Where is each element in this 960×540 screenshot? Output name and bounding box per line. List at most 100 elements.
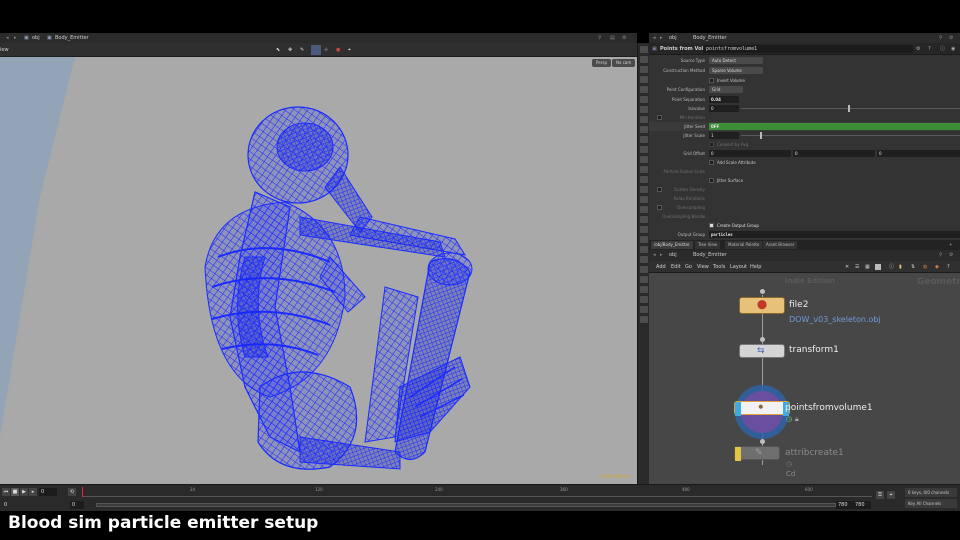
input-port[interactable] [760,337,765,342]
palette-icon[interactable]: ▮ [899,261,902,273]
tab-material-palette[interactable]: Material Palette [725,241,763,249]
playhead[interactable] [82,487,83,497]
jitter-scale-slider[interactable] [741,135,960,136]
stop-button[interactable]: ■ [11,488,19,496]
node-file2[interactable]: ⬤ [739,297,785,314]
range-end-field-2[interactable]: 780 [853,501,871,509]
side-tool-icon[interactable] [639,66,648,73]
brush-tool-icon[interactable]: ✎ [300,43,304,57]
point-separation-field[interactable]: 0.04 [709,96,739,103]
side-tool-icon[interactable] [639,56,648,63]
side-tool-icon[interactable] [639,176,648,183]
tab-asset-browser[interactable]: Asset Browser [763,241,798,249]
param-path-node[interactable]: Body_Emitter [693,33,727,43]
grid-offset-z[interactable]: 0 [877,150,960,157]
jump-start-button[interactable]: ⏮ [2,488,10,496]
side-tool-icon[interactable] [639,206,648,213]
network-path-node[interactable]: Body_Emitter [693,250,727,261]
jitter-scale-field[interactable]: 1 [709,132,739,139]
snap-icon[interactable]: ⌖ [348,43,351,57]
view-icon[interactable]: ◉ [951,43,955,55]
input-port[interactable] [760,289,765,294]
menu-layout[interactable]: Layout [730,261,747,273]
side-tool-icon[interactable] [639,46,648,53]
shape-icon[interactable]: ◆ [935,261,939,273]
connect-by-avg-checkbox[interactable] [709,142,714,147]
record-icon[interactable]: ● [336,43,340,57]
list-icon[interactable]: ☰ [855,261,859,273]
frame-range-bar[interactable] [96,503,836,507]
side-tool-icon[interactable] [639,196,648,203]
range-end-field[interactable]: 780 [836,501,854,509]
handle-tool-icon[interactable]: ⊹ [324,43,328,57]
grid-offset-y[interactable]: 0 [793,150,875,157]
side-tool-icon[interactable] [639,116,648,123]
node-info-icon[interactable]: ◷ [786,460,792,468]
side-tool-icon[interactable] [639,96,648,103]
input-port[interactable] [760,439,765,444]
isovalue-field[interactable]: 0 [709,105,739,112]
side-tool-icon[interactable] [639,276,648,283]
end-frame-field[interactable]: 0 [70,501,84,509]
forward-icon[interactable]: ▸ [660,250,663,261]
node-attribcreate1[interactable]: ✎ [734,446,780,461]
node-pointsfromvolume1[interactable]: ⚫ [734,401,790,416]
back-icon[interactable]: ◂ [6,33,9,43]
side-tool-icon[interactable] [639,286,648,293]
tab-tree-view[interactable]: Tree View [695,241,721,249]
network-path-obj[interactable]: obj [669,250,677,261]
select-tool-icon[interactable]: ⬉ [276,43,280,57]
isovalue-slider-handle[interactable] [848,105,850,112]
node-lock-icon[interactable]: 🔒︎ [795,415,799,424]
gear-icon[interactable]: ⚙ [916,43,920,55]
menu-view[interactable]: View [697,261,709,273]
camera-menu[interactable]: No cam [612,59,636,67]
persp-menu[interactable]: Persp [592,59,611,67]
construction-method-dropdown[interactable]: Sparse Volume [709,67,763,74]
swatch-icon[interactable] [875,264,881,270]
color-icon[interactable]: ◍ [923,261,927,273]
side-tool-icon[interactable] [639,106,648,113]
side-tool-icon[interactable] [639,236,648,243]
side-tool-icon[interactable] [639,86,648,93]
network-editor[interactable]: Indie Edition Geometry ⬤ file2 DOW_v03_s… [649,273,960,484]
side-tool-icon[interactable] [639,126,648,133]
viewport-path-obj[interactable]: obj [32,33,40,43]
invert-volume-checkbox[interactable] [709,78,714,83]
node-transform1[interactable]: ⇆ [739,344,785,358]
jitter-seed-bar[interactable] [709,123,960,130]
menu-tools[interactable]: Tools [713,261,725,273]
loop-button[interactable]: ⟲ [68,488,76,496]
side-tool-icon[interactable] [639,156,648,163]
side-tool-icon[interactable] [639,186,648,193]
gear-icon[interactable]: ⚙ [622,33,626,43]
gear-icon[interactable]: ⚙ [949,250,953,261]
scope-icon[interactable]: ⌖ [887,491,895,499]
timeline-ruler[interactable]: 24 120 240 360 480 600 [82,487,872,497]
info-icon[interactable]: ⓘ [889,261,894,273]
key-all-channels-button[interactable]: Key All Channels [905,499,957,508]
point-configuration-dropdown[interactable]: Grid [709,86,743,93]
tab-network[interactable]: /obj/Body_Emitter [651,241,693,249]
source-type-dropdown[interactable]: Auto Detect [709,57,763,64]
node-bypass-flag[interactable] [735,402,741,416]
side-tool-icon[interactable] [639,316,648,323]
add-scale-attribute-checkbox[interactable] [709,160,714,165]
pin-icon[interactable]: ⚲ [939,33,943,43]
node-bypass-flag[interactable] [735,447,741,461]
jitter-surface-checkbox[interactable] [709,178,714,183]
side-tool-icon[interactable] [639,306,648,313]
view-tool-icon[interactable] [311,45,321,55]
back-icon[interactable]: ◂ [653,250,656,261]
menu-add[interactable]: Add [656,261,666,273]
help-icon[interactable]: ? [928,43,931,55]
jitter-seed-value[interactable]: 0FF [709,123,719,130]
side-tool-icon[interactable] [639,146,648,153]
pin-icon[interactable]: ⚲ [939,250,943,261]
side-tool-icon[interactable] [639,76,648,83]
play-button[interactable]: ▶ [20,488,28,496]
grid-offset-x[interactable]: 0 [709,150,791,157]
grid-icon[interactable]: ▦ [865,261,870,273]
menu-go[interactable]: Go [685,261,692,273]
layout-icon[interactable]: ▤ [610,33,615,43]
